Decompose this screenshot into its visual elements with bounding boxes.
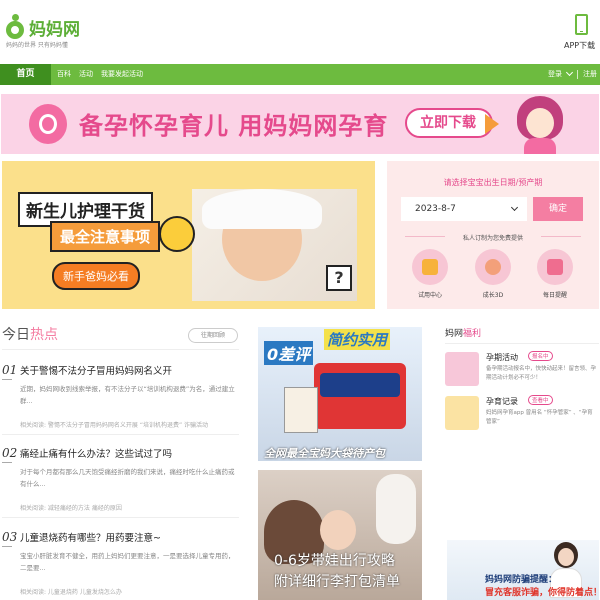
simple-practical-tag: 简约实用 xyxy=(324,329,391,350)
diaper-bag-caption: 全网最全宝妈大袋待产包 xyxy=(264,447,385,460)
register-link[interactable]: 注册 xyxy=(583,64,597,85)
section-divider xyxy=(2,349,239,350)
article-summary: 宝宝小肝脏发育不健全，用药上妈妈们更要注意，一是要选择儿童专用药，二是要... xyxy=(20,552,235,572)
article-title[interactable]: 关于警惕不法分子冒用妈妈网名义开 xyxy=(20,363,172,377)
divider xyxy=(541,236,581,237)
login-link[interactable]: 登录 xyxy=(548,64,562,85)
nav-link-activity[interactable]: 活动 xyxy=(79,64,93,85)
fetus-icon[interactable] xyxy=(475,249,511,285)
hot-title-hot: 热点 xyxy=(30,327,58,343)
nav-divider xyxy=(577,70,578,79)
article-title[interactable]: 痛经止痛有什么办法？这些试过了吗 xyxy=(20,446,172,460)
article-number: 02 xyxy=(2,446,18,463)
logo-mark-icon xyxy=(4,14,28,40)
anti-fraud-line1: 妈妈网防骗提醒： xyxy=(485,575,558,585)
product-box-illustration xyxy=(284,387,318,433)
newborn-care-promo[interactable]: ? 新生儿护理干货 最全注意事项 新手爸妈必看 xyxy=(2,161,375,309)
status-badge: 报名中 xyxy=(528,351,553,361)
gift-icon[interactable] xyxy=(412,249,448,285)
question-icon: ? xyxy=(326,265,352,291)
welfare-section-title: 妈网福利 xyxy=(445,326,481,339)
article-related[interactable]: 相关阅读: 减轻痛经的方法 痛经的原因 xyxy=(20,503,238,512)
welfare-item[interactable]: 孕期活动 报名中 备孕期活动报名中，快快动起来！留言领、孕期活动计划必不可少！ xyxy=(445,346,599,396)
pregnancy-record-icon xyxy=(445,396,479,430)
article-item[interactable]: 03 儿童退烧药有哪些？用药要注意~ 宝宝小肝脏发育不健全，用药上妈妈们更要注意… xyxy=(2,530,239,600)
article-related[interactable]: 相关阅读: 警惕不法分子冒用妈妈网名义开展 “培训机构退费” 诈骗活动 xyxy=(20,420,238,429)
app-download-link[interactable]: APP下载 xyxy=(562,14,600,54)
date-panel-subtitle: 私人订制为您免费提供 xyxy=(462,235,523,242)
app-download-label: APP下载 xyxy=(564,41,596,50)
download-now-button[interactable]: 立即下载 xyxy=(405,108,499,138)
calendar-icon[interactable] xyxy=(537,249,573,285)
anti-fraud-line2: 冒充客服诈骗，你得防着点！ xyxy=(485,588,599,598)
nav-link-baike[interactable]: 百科 xyxy=(57,64,71,85)
logo-slogan: 妈妈的世界 只有妈妈懂 xyxy=(6,42,68,49)
site-logo[interactable]: 妈妈网 妈妈的世界 只有妈妈懂 xyxy=(4,12,94,52)
article-divider xyxy=(2,517,239,518)
nav-link-create-activity[interactable]: 我要发起活动 xyxy=(101,64,143,85)
birth-date-value: 2023-8-7 xyxy=(415,204,456,214)
child-figure xyxy=(320,510,356,550)
welfare-item[interactable]: 孕育记录 查看中 妈妈网孕育app 曾用名 “怀孕管家” 、“孕育管家” xyxy=(445,390,599,440)
promo-subtitle: 最全注意事项 xyxy=(50,221,161,252)
phone-icon xyxy=(575,14,588,35)
travel-guide-promo-image[interactable]: 0-6岁带娃出行攻略 附详细行李打包清单 xyxy=(258,470,422,600)
status-badge: 查看中 xyxy=(528,395,553,405)
trial-center-label[interactable]: 试用中心 xyxy=(405,290,455,299)
pregnancy-activity-icon xyxy=(445,352,479,386)
hot-section-title: 今日热点 xyxy=(2,324,58,344)
chevron-down-icon xyxy=(510,203,519,212)
article-item[interactable]: 01 关于警惕不法分子冒用妈妈网名义开 近期，妈妈网收到线索举报，有不法分子以“… xyxy=(2,363,239,441)
confirm-button[interactable]: 确定 xyxy=(533,197,583,221)
baby-photo: ? xyxy=(192,189,357,301)
anti-fraud-ad[interactable]: 妈妈网防骗提醒： 冒充客服诈骗，你得防着点！ xyxy=(447,540,599,600)
date-panel-title: 请选择宝宝出生日期/预产期 xyxy=(443,178,543,187)
article-number: 01 xyxy=(2,363,18,380)
article-title[interactable]: 儿童退烧药有哪些？用药要注意~ xyxy=(20,530,161,544)
bag-illustration xyxy=(314,363,406,429)
welfare-title-a: 妈网 xyxy=(445,329,464,339)
welfare-item-title[interactable]: 孕育记录 xyxy=(486,396,518,407)
nav-home[interactable]: 首页 xyxy=(0,64,51,85)
travel-guide-line2: 附详细行李打包清单 xyxy=(274,574,400,590)
promo-badge: 新手爸妈必看 xyxy=(52,262,140,290)
banner-text: 备孕怀孕育儿 用妈妈网孕育 xyxy=(79,112,389,140)
past-review-button[interactable]: 往期回顾 xyxy=(188,328,238,343)
article-item[interactable]: 02 痛经止痛有什么办法？这些试过了吗 对于每个月都有那么几天饱受痛经折磨的我们… xyxy=(2,446,239,524)
article-divider xyxy=(2,434,239,435)
girl-illustration xyxy=(517,96,563,154)
hot-title-today: 今日 xyxy=(2,327,30,343)
article-number: 03 xyxy=(2,530,18,547)
zero-bad-review-tag: 0差评 xyxy=(264,341,314,365)
growth-3d-label[interactable]: 成长3D xyxy=(468,290,518,299)
welfare-item-title[interactable]: 孕期活动 xyxy=(486,352,518,363)
birth-date-panel: 请选择宝宝出生日期/预产期 2023-8-7 确定 私人订制为您免费提供 试用中… xyxy=(387,161,599,309)
chevron-down-icon[interactable] xyxy=(565,68,574,77)
welfare-title-b: 福利 xyxy=(463,329,482,339)
welfare-item-desc: 备孕期活动报名中，快快动起来！留言领、孕期活动计划必不可少！ xyxy=(486,366,597,381)
welfare-item-desc: 妈妈网孕育app 曾用名 “怀孕管家” 、“孕育管家” xyxy=(486,410,593,425)
diaper-bag-promo-image[interactable]: 0差评 简约实用 全网最全宝妈大袋待产包 xyxy=(258,327,422,461)
logo-name: 妈妈网 xyxy=(29,20,80,40)
main-nav: 首页 百科 活动 我要发起活动 登录 注册 xyxy=(0,64,600,85)
article-related[interactable]: 相关阅读: 儿童退烧药 儿童发烧怎么办 xyxy=(20,587,238,596)
airplane-window xyxy=(376,474,416,544)
article-summary: 对于每个月都有那么几天饱受痛经折磨的我们来说，痛经时吃什么止痛药或有什么... xyxy=(20,468,235,488)
app-logo-icon xyxy=(29,104,67,144)
birth-date-select[interactable]: 2023-8-7 xyxy=(401,197,527,221)
blush-face-icon xyxy=(159,216,195,252)
section-divider xyxy=(445,343,599,344)
app-banner[interactable]: 备孕怀孕育儿 用妈妈网孕育 立即下载 xyxy=(1,94,599,154)
daily-reminder-label[interactable]: 每日提醒 xyxy=(530,290,580,299)
travel-guide-line1: 0-6岁带娃出行攻略 xyxy=(274,553,395,569)
article-summary: 近期，妈妈网收到线索举报，有不法分子以“培训机构退费”为名，通过建立群... xyxy=(20,385,235,405)
